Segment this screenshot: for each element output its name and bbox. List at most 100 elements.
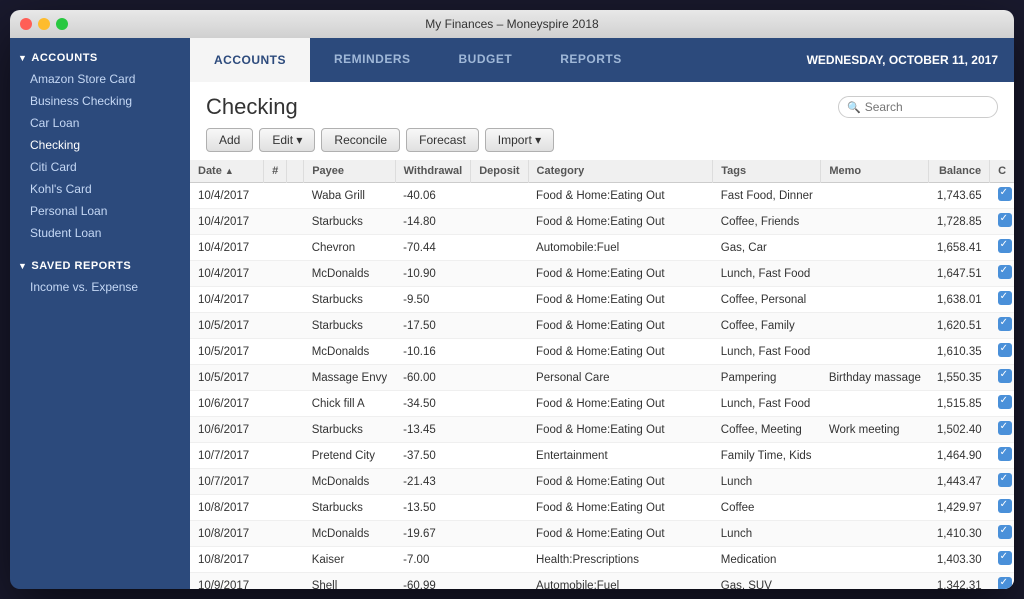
table-cell: -37.50 bbox=[395, 443, 471, 469]
table-row[interactable]: 10/4/2017Chevron-70.44Automobile:FuelGas… bbox=[190, 235, 1014, 261]
cleared-checkbox[interactable] bbox=[998, 577, 1012, 589]
table-row[interactable]: 10/4/2017Starbucks-14.80Food & Home:Eati… bbox=[190, 209, 1014, 235]
sidebar-item-income-vs-expense[interactable]: Income vs. Expense bbox=[10, 276, 190, 298]
accounts-section-header[interactable]: ▼ ACCOUNTS bbox=[10, 46, 190, 68]
table-cell: 10/5/2017 bbox=[190, 365, 264, 391]
col-tags[interactable]: Tags bbox=[713, 160, 821, 183]
table-cell: Food & Home:Eating Out bbox=[528, 495, 713, 521]
table-cell: Food & Home:Eating Out bbox=[528, 261, 713, 287]
cleared-checkbox[interactable] bbox=[998, 343, 1012, 357]
minimize-button[interactable] bbox=[38, 18, 50, 30]
saved-reports-section-header[interactable]: ▼ SAVED REPORTS bbox=[10, 254, 190, 276]
sidebar-item-kohls-card[interactable]: Kohl's Card bbox=[10, 178, 190, 200]
table-row[interactable]: 10/4/2017Starbucks-9.50Food & Home:Eatin… bbox=[190, 287, 1014, 313]
table-cell: Coffee, Personal bbox=[713, 287, 821, 313]
table-cell bbox=[821, 391, 929, 417]
table-cell: -34.50 bbox=[395, 391, 471, 417]
cleared-checkbox[interactable] bbox=[998, 473, 1012, 487]
table-cell: -13.50 bbox=[395, 495, 471, 521]
cleared-checkbox[interactable] bbox=[998, 239, 1012, 253]
table-cell bbox=[990, 547, 1014, 573]
window-title: My Finances – Moneyspire 2018 bbox=[425, 17, 598, 31]
edit-button[interactable]: Edit ▾ bbox=[259, 128, 315, 152]
reconcile-button[interactable]: Reconcile bbox=[321, 128, 400, 152]
table-row[interactable]: 10/7/2017Pretend City-37.50Entertainment… bbox=[190, 443, 1014, 469]
maximize-button[interactable] bbox=[56, 18, 68, 30]
col-deposit[interactable]: Deposit bbox=[471, 160, 528, 183]
cleared-checkbox[interactable] bbox=[998, 447, 1012, 461]
table-row[interactable]: 10/5/2017Massage Envy-60.00Personal Care… bbox=[190, 365, 1014, 391]
tab-budget[interactable]: BUDGET bbox=[435, 38, 537, 82]
nav-bar: ACCOUNTS REMINDERS BUDGET REPORTS WEDNES… bbox=[190, 38, 1014, 82]
table-cell bbox=[471, 495, 528, 521]
sidebar-item-citi-card[interactable]: Citi Card bbox=[10, 156, 190, 178]
close-button[interactable] bbox=[20, 18, 32, 30]
content-header: Checking 🔍 bbox=[190, 82, 1014, 128]
tab-reminders[interactable]: REMINDERS bbox=[310, 38, 435, 82]
cleared-checkbox[interactable] bbox=[998, 395, 1012, 409]
col-memo[interactable]: Memo bbox=[821, 160, 929, 183]
cleared-checkbox[interactable] bbox=[998, 499, 1012, 513]
table-container[interactable]: Date ▲ # Payee Withdrawal Deposit Catego… bbox=[190, 160, 1014, 589]
table-row[interactable]: 10/8/2017McDonalds-19.67Food & Home:Eati… bbox=[190, 521, 1014, 547]
import-button[interactable]: Import ▾ bbox=[485, 128, 554, 152]
cleared-checkbox[interactable] bbox=[998, 317, 1012, 331]
col-balance[interactable]: Balance bbox=[929, 160, 990, 183]
col-withdrawal[interactable]: Withdrawal bbox=[395, 160, 471, 183]
table-cell bbox=[287, 313, 304, 339]
app-body: ▼ ACCOUNTS Amazon Store Card Business Ch… bbox=[10, 38, 1014, 589]
table-row[interactable]: 10/4/2017McDonalds-10.90Food & Home:Eati… bbox=[190, 261, 1014, 287]
table-row[interactable]: 10/7/2017McDonalds-21.43Food & Home:Eati… bbox=[190, 469, 1014, 495]
sidebar-item-personal-loan[interactable]: Personal Loan bbox=[10, 200, 190, 222]
table-row[interactable]: 10/6/2017Chick fill A-34.50Food & Home:E… bbox=[190, 391, 1014, 417]
cleared-checkbox[interactable] bbox=[998, 291, 1012, 305]
table-row[interactable]: 10/9/2017Shell-60.99Automobile:FuelGas, … bbox=[190, 573, 1014, 590]
table-cell bbox=[264, 469, 287, 495]
sidebar-item-checking[interactable]: Checking bbox=[10, 134, 190, 156]
cleared-checkbox[interactable] bbox=[998, 265, 1012, 279]
forecast-button[interactable]: Forecast bbox=[406, 128, 479, 152]
search-input[interactable] bbox=[865, 100, 985, 114]
table-cell: 10/4/2017 bbox=[190, 209, 264, 235]
col-hash: # bbox=[264, 160, 287, 183]
table-row[interactable]: 10/5/2017Starbucks-17.50Food & Home:Eati… bbox=[190, 313, 1014, 339]
col-date[interactable]: Date ▲ bbox=[190, 160, 264, 183]
search-box[interactable]: 🔍 bbox=[838, 96, 998, 118]
tab-accounts[interactable]: ACCOUNTS bbox=[190, 38, 310, 82]
sidebar-item-student-loan[interactable]: Student Loan bbox=[10, 222, 190, 244]
cleared-checkbox[interactable] bbox=[998, 421, 1012, 435]
table-cell bbox=[471, 443, 528, 469]
cleared-checkbox[interactable] bbox=[998, 187, 1012, 201]
col-cleared[interactable]: C bbox=[990, 160, 1014, 183]
cleared-checkbox[interactable] bbox=[998, 369, 1012, 383]
cleared-checkbox[interactable] bbox=[998, 551, 1012, 565]
sidebar-item-business-checking[interactable]: Business Checking bbox=[10, 90, 190, 112]
col-category[interactable]: Category bbox=[528, 160, 713, 183]
table-row[interactable]: 10/5/2017McDonalds-10.16Food & Home:Eati… bbox=[190, 339, 1014, 365]
table-cell bbox=[821, 313, 929, 339]
cleared-checkbox[interactable] bbox=[998, 213, 1012, 227]
table-cell: Starbucks bbox=[304, 209, 395, 235]
col-payee[interactable]: Payee bbox=[304, 160, 395, 183]
sidebar-item-car-loan[interactable]: Car Loan bbox=[10, 112, 190, 134]
sidebar-item-amazon-store-card[interactable]: Amazon Store Card bbox=[10, 68, 190, 90]
toolbar: Add Edit ▾ Reconcile Forecast Import ▾ bbox=[190, 128, 1014, 160]
table-cell: Shell bbox=[304, 573, 395, 590]
cleared-checkbox[interactable] bbox=[998, 525, 1012, 539]
table-row[interactable]: 10/8/2017Starbucks-13.50Food & Home:Eati… bbox=[190, 495, 1014, 521]
table-cell bbox=[287, 339, 304, 365]
tab-reports[interactable]: REPORTS bbox=[536, 38, 646, 82]
table-row[interactable]: 10/8/2017Kaiser-7.00Health:Prescriptions… bbox=[190, 547, 1014, 573]
table-cell: Food & Home:Eating Out bbox=[528, 391, 713, 417]
table-cell bbox=[287, 261, 304, 287]
table-cell bbox=[990, 469, 1014, 495]
table-row[interactable]: 10/4/2017Waba Grill-40.06Food & Home:Eat… bbox=[190, 183, 1014, 209]
table-cell bbox=[821, 547, 929, 573]
table-cell bbox=[471, 287, 528, 313]
table-row[interactable]: 10/6/2017Starbucks-13.45Food & Home:Eati… bbox=[190, 417, 1014, 443]
table-cell bbox=[264, 339, 287, 365]
table-cell: Family Time, Kids bbox=[713, 443, 821, 469]
add-button[interactable]: Add bbox=[206, 128, 253, 152]
table-cell: Kaiser bbox=[304, 547, 395, 573]
table-cell: Coffee, Family bbox=[713, 313, 821, 339]
